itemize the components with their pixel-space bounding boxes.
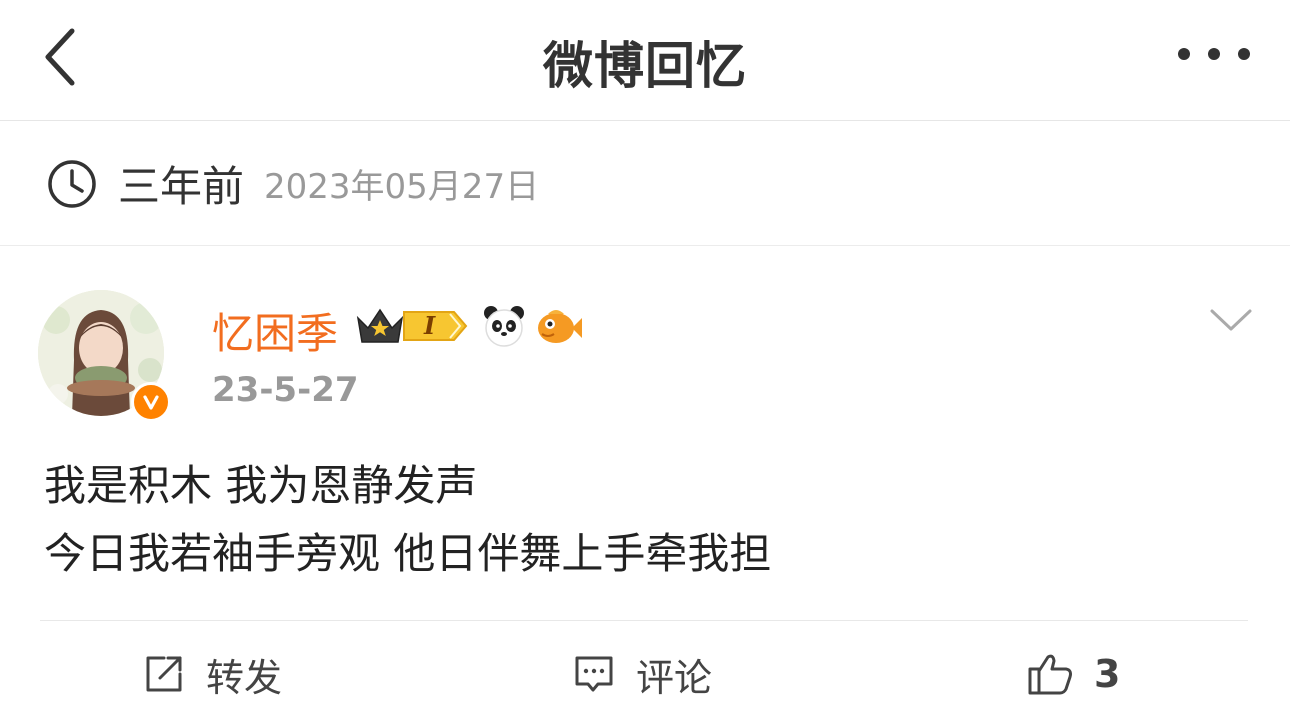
chevron-down-icon	[1210, 309, 1252, 331]
vip-level-text: I	[424, 311, 436, 340]
like-thumb-icon	[1028, 654, 1072, 695]
more-dot	[1208, 48, 1220, 60]
repost-button[interactable]: 转发	[142, 646, 282, 702]
clock-icon	[48, 159, 96, 208]
time-ago-label: 三年前	[118, 162, 245, 211]
like-count: 3	[1094, 652, 1121, 696]
memory-date: 2023年05月27日	[264, 167, 540, 207]
page-title: 微博回忆	[543, 37, 747, 95]
more-dots-icon	[1178, 48, 1190, 60]
post-content-line: 今日我若袖手旁观 他日伴舞上手牵我担	[44, 529, 772, 578]
repost-icon	[146, 656, 182, 692]
more-dot	[1238, 48, 1250, 60]
user-badges: I	[354, 300, 584, 352]
memory-date-row: 三年前 2023年05月27日	[0, 122, 1290, 246]
crown-icon[interactable]	[354, 304, 406, 348]
post-content-line: 我是积木 我为恩静发声	[44, 461, 478, 510]
comment-label: 评论	[636, 655, 713, 700]
nav-header: 微博回忆	[0, 0, 1290, 121]
panda-icon[interactable]	[480, 302, 528, 350]
comment-icon	[575, 656, 613, 692]
verified-badge	[131, 382, 171, 422]
avatar[interactable]	[38, 290, 172, 424]
post-content: 我是积木 我为恩静发声 今日我若袖手旁观 他日伴舞上手牵我担	[44, 452, 1244, 588]
page: 微博回忆 三年前 2023年05月27日 忆困季 I 23-5-27 我是积木 …	[0, 0, 1290, 725]
like-button[interactable]: 3	[1026, 646, 1120, 702]
comment-button[interactable]: 评论	[572, 646, 712, 702]
more-button[interactable]	[1178, 34, 1250, 74]
username[interactable]: 忆困季	[212, 300, 338, 361]
fish-icon[interactable]	[534, 302, 584, 350]
divider	[40, 620, 1248, 621]
vip-level-badge[interactable]: I	[402, 308, 468, 344]
post-options-dropdown[interactable]	[1208, 305, 1254, 337]
verified-v-icon	[143, 395, 159, 410]
post-time: 23-5-27	[212, 370, 359, 410]
repost-label: 转发	[206, 655, 283, 700]
action-bar: 转发 评论 3	[0, 622, 1290, 725]
